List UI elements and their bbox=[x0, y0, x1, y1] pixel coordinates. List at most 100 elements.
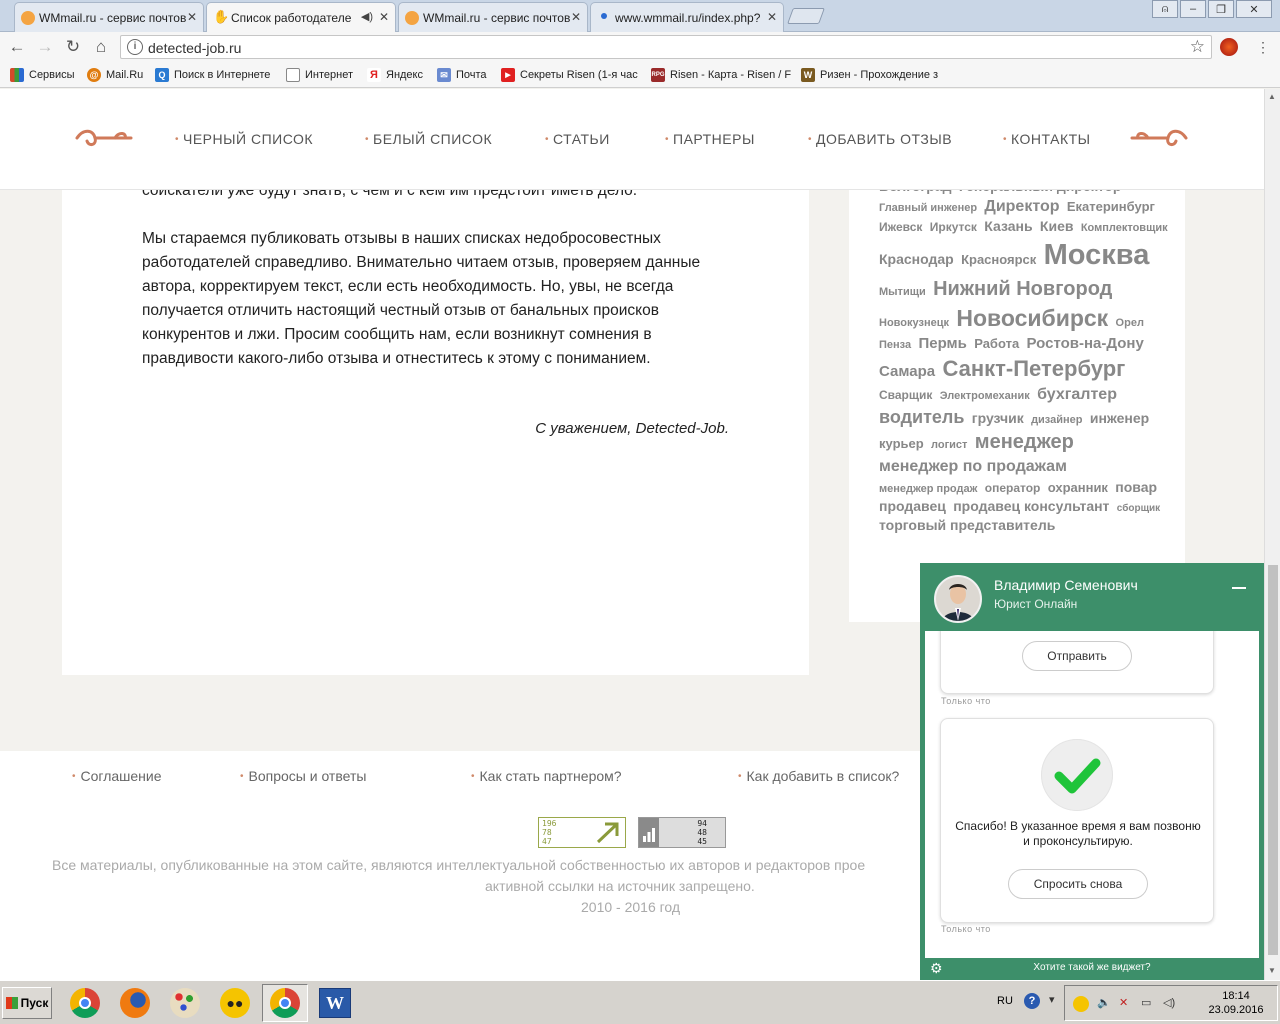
taskbar-chrome-1[interactable] bbox=[62, 984, 108, 1022]
tag-link[interactable]: Краснодар bbox=[879, 251, 954, 267]
tag-link[interactable]: курьер bbox=[879, 436, 924, 451]
tab-wmmail-index[interactable]: www.wmmail.ru/index.php? ✕ bbox=[590, 2, 784, 32]
tag-link[interactable]: Главный инженер bbox=[879, 202, 977, 214]
tag-link[interactable]: логист bbox=[931, 439, 967, 451]
send-button[interactable]: Отправить bbox=[1022, 641, 1132, 671]
tag-link[interactable]: Сварщик bbox=[879, 388, 932, 402]
bookmark-services[interactable]: Сервисы bbox=[10, 68, 75, 82]
tag-link[interactable]: торговый представитель bbox=[879, 517, 1055, 533]
bookmark-mail[interactable]: ✉ Почта bbox=[437, 68, 487, 82]
footer-link-how-to-add[interactable]: Как добавить в список? bbox=[738, 768, 900, 784]
nav-add-review[interactable]: ДОБАВИТЬ ОТЗЫВ bbox=[808, 131, 952, 147]
cyberghost-tray-icon[interactable] bbox=[1073, 996, 1089, 1012]
tag-link[interactable]: Москва bbox=[1044, 239, 1150, 271]
taskbar-cyberghost[interactable]: ●● bbox=[212, 984, 258, 1022]
home-button[interactable]: ⌂ bbox=[90, 36, 112, 58]
tag-link[interactable]: Электромеханик bbox=[940, 390, 1030, 402]
tag-link[interactable]: Пенза bbox=[879, 339, 911, 351]
tag-link[interactable]: Комплектовщик bbox=[1081, 222, 1168, 234]
widget-promo-link[interactable]: Хотите такой же виджет? bbox=[920, 962, 1264, 973]
tag-link[interactable]: Ижевск bbox=[879, 220, 922, 234]
speaker-icon[interactable]: ◀) bbox=[361, 10, 373, 23]
tag-link[interactable]: Самара bbox=[879, 363, 935, 380]
tag-link[interactable]: дизайнер bbox=[1031, 414, 1082, 426]
chat-header[interactable]: Владимир Семенович Юрист Онлайн bbox=[920, 563, 1264, 631]
bookmark-risen-walkthrough[interactable]: W Ризен - Прохождение з bbox=[801, 68, 938, 82]
nav-whitelist[interactable]: БЕЛЫЙ СПИСОК bbox=[365, 131, 492, 147]
volume-icon[interactable]: ◁) bbox=[1163, 996, 1177, 1010]
bookmark-yandex[interactable]: Я Яндекс bbox=[367, 68, 423, 82]
close-icon[interactable]: ✕ bbox=[187, 10, 197, 24]
tag-link[interactable]: Санкт-Петербург bbox=[942, 356, 1125, 381]
page-scrollbar[interactable]: ▲ ▼ bbox=[1264, 89, 1280, 980]
tab-wmmail-1[interactable]: WMmail.ru - сервис почтов ✕ bbox=[14, 2, 204, 32]
back-button[interactable]: ← bbox=[6, 36, 28, 58]
bookmark-mailru[interactable]: @ Mail.Ru bbox=[87, 68, 143, 82]
tag-link[interactable]: Работа bbox=[974, 336, 1019, 351]
tag-link[interactable]: Казань bbox=[984, 218, 1032, 234]
tag-link[interactable]: бухгалтер bbox=[1037, 386, 1117, 403]
tag-link[interactable]: оператор bbox=[985, 481, 1041, 495]
footer-link-faq[interactable]: Вопросы и ответы bbox=[240, 768, 367, 784]
menu-icon[interactable]: ⋮ bbox=[1252, 36, 1274, 58]
tag-link[interactable]: продавец консультант bbox=[953, 498, 1109, 514]
profile-icon[interactable]: ⍝ bbox=[1152, 0, 1178, 18]
tag-link[interactable]: Орел bbox=[1116, 317, 1144, 329]
bookmark-risen-map[interactable]: RPG Risen - Карта - Risen / F bbox=[651, 68, 791, 82]
tag-link[interactable]: повар bbox=[1115, 479, 1157, 495]
tag-link[interactable]: менеджер продаж bbox=[879, 483, 977, 495]
extension-icon[interactable] bbox=[1220, 38, 1238, 56]
close-icon[interactable]: ✕ bbox=[379, 10, 389, 24]
speaker-icon[interactable]: 🔈 bbox=[1097, 996, 1111, 1010]
taskbar-paint[interactable] bbox=[162, 984, 208, 1022]
tag-link[interactable]: Новокузнецк bbox=[879, 317, 949, 329]
minimize-icon[interactable] bbox=[1232, 587, 1246, 589]
tab-wmmail-2[interactable]: WMmail.ru - сервис почтов ✕ bbox=[398, 2, 588, 32]
scrollbar-thumb[interactable] bbox=[1268, 565, 1278, 955]
nav-partners[interactable]: ПАРТНЕРЫ bbox=[665, 131, 755, 147]
network-warning-icon[interactable]: ✕ bbox=[1119, 996, 1133, 1010]
help-icon[interactable]: ? bbox=[1024, 993, 1040, 1009]
tab-employer-list[interactable]: ✋ Список работодателей ◀) ✕ bbox=[206, 2, 396, 33]
info-icon[interactable]: i bbox=[127, 39, 143, 55]
reload-button[interactable]: ↻ bbox=[62, 36, 84, 58]
nav-articles[interactable]: СТАТЬИ bbox=[545, 131, 610, 147]
tag-link[interactable]: менеджер по продажам bbox=[879, 458, 1067, 475]
close-icon[interactable]: ✕ bbox=[571, 10, 581, 24]
tag-link[interactable]: Директор bbox=[984, 198, 1059, 215]
close-icon[interactable]: ✕ bbox=[767, 10, 777, 24]
tag-link[interactable]: продавец bbox=[879, 498, 946, 514]
rating-counter[interactable]: 94 48 45 bbox=[638, 817, 726, 848]
tag-link[interactable]: грузчик bbox=[972, 410, 1024, 426]
forward-button[interactable]: → bbox=[34, 36, 56, 58]
bookmark-risen-secrets[interactable]: ▶ Секреты Risen (1-я час bbox=[501, 68, 638, 82]
star-icon[interactable]: ☆ bbox=[1190, 37, 1205, 57]
footer-link-become-partner[interactable]: Как стать партнером? bbox=[471, 768, 622, 784]
ask-again-button[interactable]: Спросить снова bbox=[1008, 869, 1148, 899]
network-icon[interactable]: ▭ bbox=[1141, 996, 1155, 1010]
tag-link[interactable]: водитель bbox=[879, 407, 964, 427]
chat-messages[interactable]: Отправить Только что Спасибо! В указанно… bbox=[925, 631, 1259, 958]
tag-link[interactable]: Ростов-на-Дону bbox=[1027, 335, 1144, 352]
tag-link[interactable]: Новосибирск bbox=[956, 305, 1108, 331]
taskbar-word[interactable]: W bbox=[312, 984, 358, 1022]
tag-link[interactable]: охранник bbox=[1048, 480, 1108, 495]
address-bar[interactable]: i detected-job.ru ☆ bbox=[120, 35, 1212, 59]
chevron-down-icon[interactable]: ▾ bbox=[1049, 993, 1063, 1007]
start-button[interactable]: Пуск bbox=[2, 987, 52, 1019]
tag-link[interactable]: сборщик bbox=[1117, 503, 1160, 514]
taskbar-chrome-2[interactable] bbox=[262, 984, 308, 1022]
tag-link[interactable]: Красноярск bbox=[961, 252, 1036, 267]
minimize-window-button[interactable]: ‒ bbox=[1180, 0, 1206, 18]
tag-link[interactable]: Мытищи bbox=[879, 286, 926, 298]
tag-link[interactable]: Нижний Новгород bbox=[933, 278, 1112, 300]
bookmark-search[interactable]: Q Поиск в Интернете bbox=[155, 68, 270, 82]
bookmark-internet[interactable]: Интернет bbox=[286, 68, 353, 82]
tag-link[interactable]: Киев bbox=[1040, 218, 1074, 234]
taskbar-firefox[interactable] bbox=[112, 984, 158, 1022]
footer-link-agreement[interactable]: Соглашение bbox=[72, 768, 162, 784]
nav-contacts[interactable]: КОНТАКТЫ bbox=[1003, 131, 1091, 147]
nav-blacklist[interactable]: ЧЕРНЫЙ СПИСОК bbox=[175, 131, 313, 147]
language-indicator[interactable]: RU bbox=[997, 995, 1013, 1007]
new-tab-button[interactable] bbox=[787, 8, 825, 24]
